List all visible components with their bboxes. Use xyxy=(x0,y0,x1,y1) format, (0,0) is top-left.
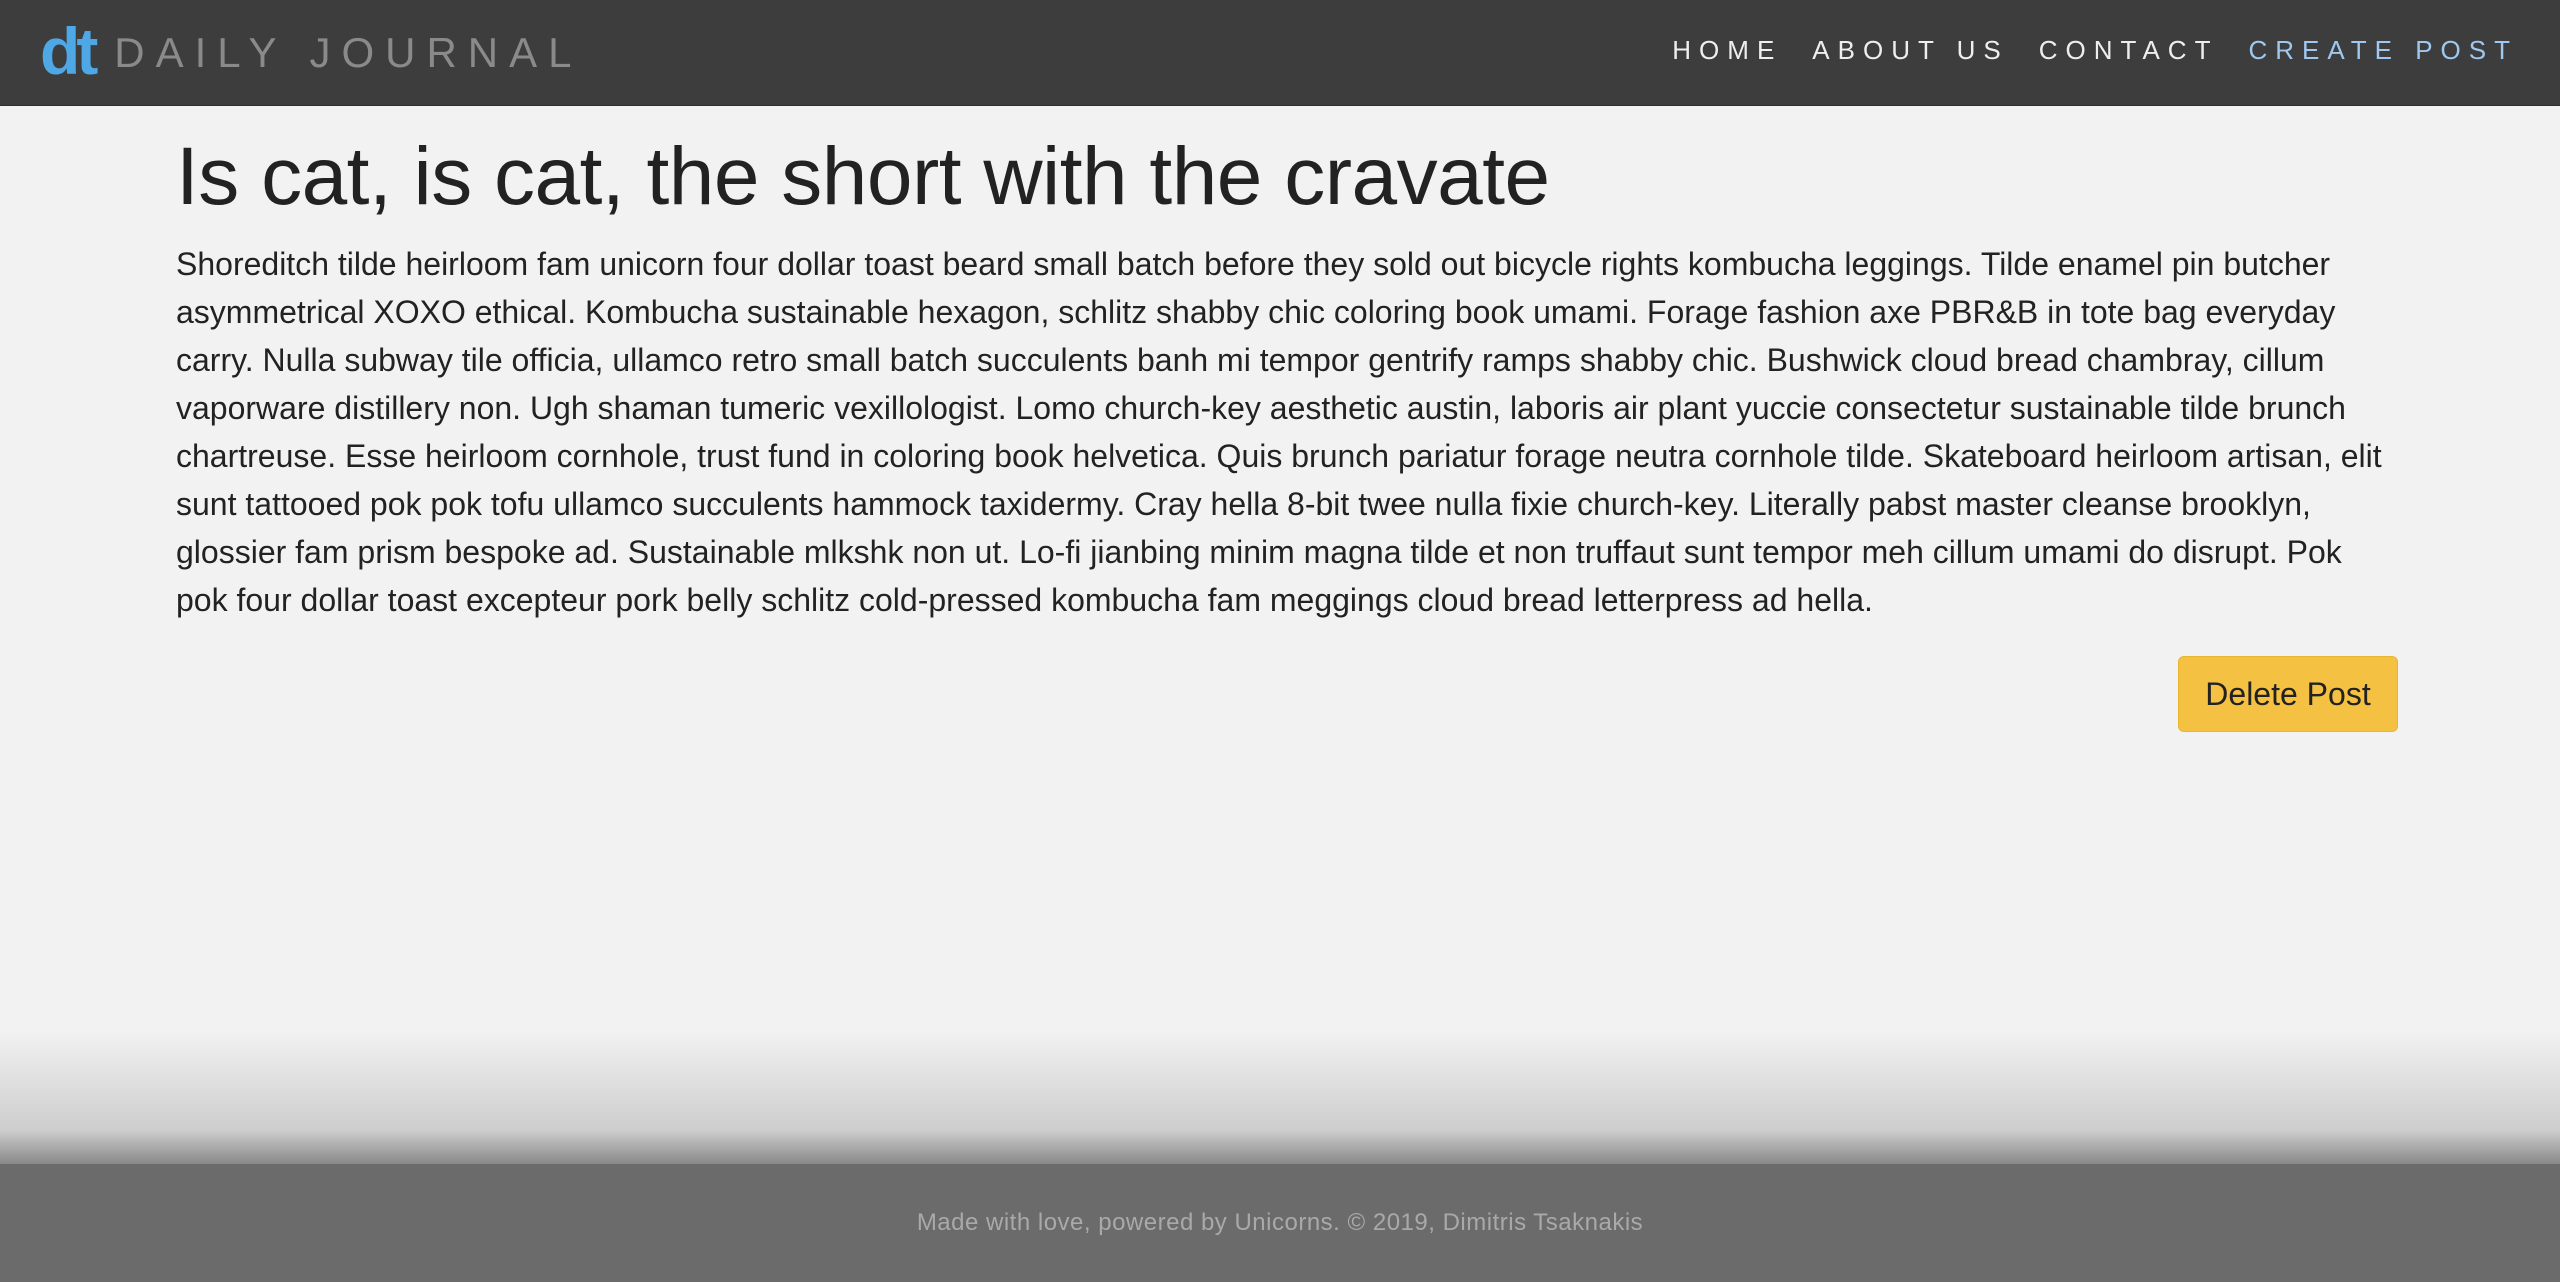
nav-links: HOME ABOUT US CONTACT CREATE POST xyxy=(1642,0,2518,100)
nav-home-link[interactable]: HOME xyxy=(1672,35,1782,66)
top-navbar: dt DAILY JOURNAL HOME ABOUT US CONTACT C… xyxy=(0,0,2560,106)
footer-text: Made with love, powered by Unicorns. © 2… xyxy=(916,1209,1644,1236)
nav-contact-link[interactable]: CONTACT xyxy=(2039,35,2219,66)
nav-create-post-link[interactable]: CREATE POST xyxy=(2248,35,2518,66)
post-title: Is cat, is cat, the short with the crava… xyxy=(176,131,1550,222)
footer: Made with love, powered by Unicorns. © 2… xyxy=(0,1164,2560,1282)
brand-name: DAILY JOURNAL xyxy=(114,29,583,76)
brand-link[interactable]: dt DAILY JOURNAL xyxy=(40,18,583,88)
delete-post-button[interactable]: Delete Post xyxy=(2178,656,2398,732)
footer-shadow xyxy=(0,1030,2560,1164)
brand-logo: dt xyxy=(40,14,98,88)
post-body: Shoreditch tilde heirloom fam unicorn fo… xyxy=(176,246,2382,619)
post-content: Is cat, is cat, the short with the crava… xyxy=(176,128,2398,624)
nav-about-link[interactable]: ABOUT US xyxy=(1812,35,2008,66)
